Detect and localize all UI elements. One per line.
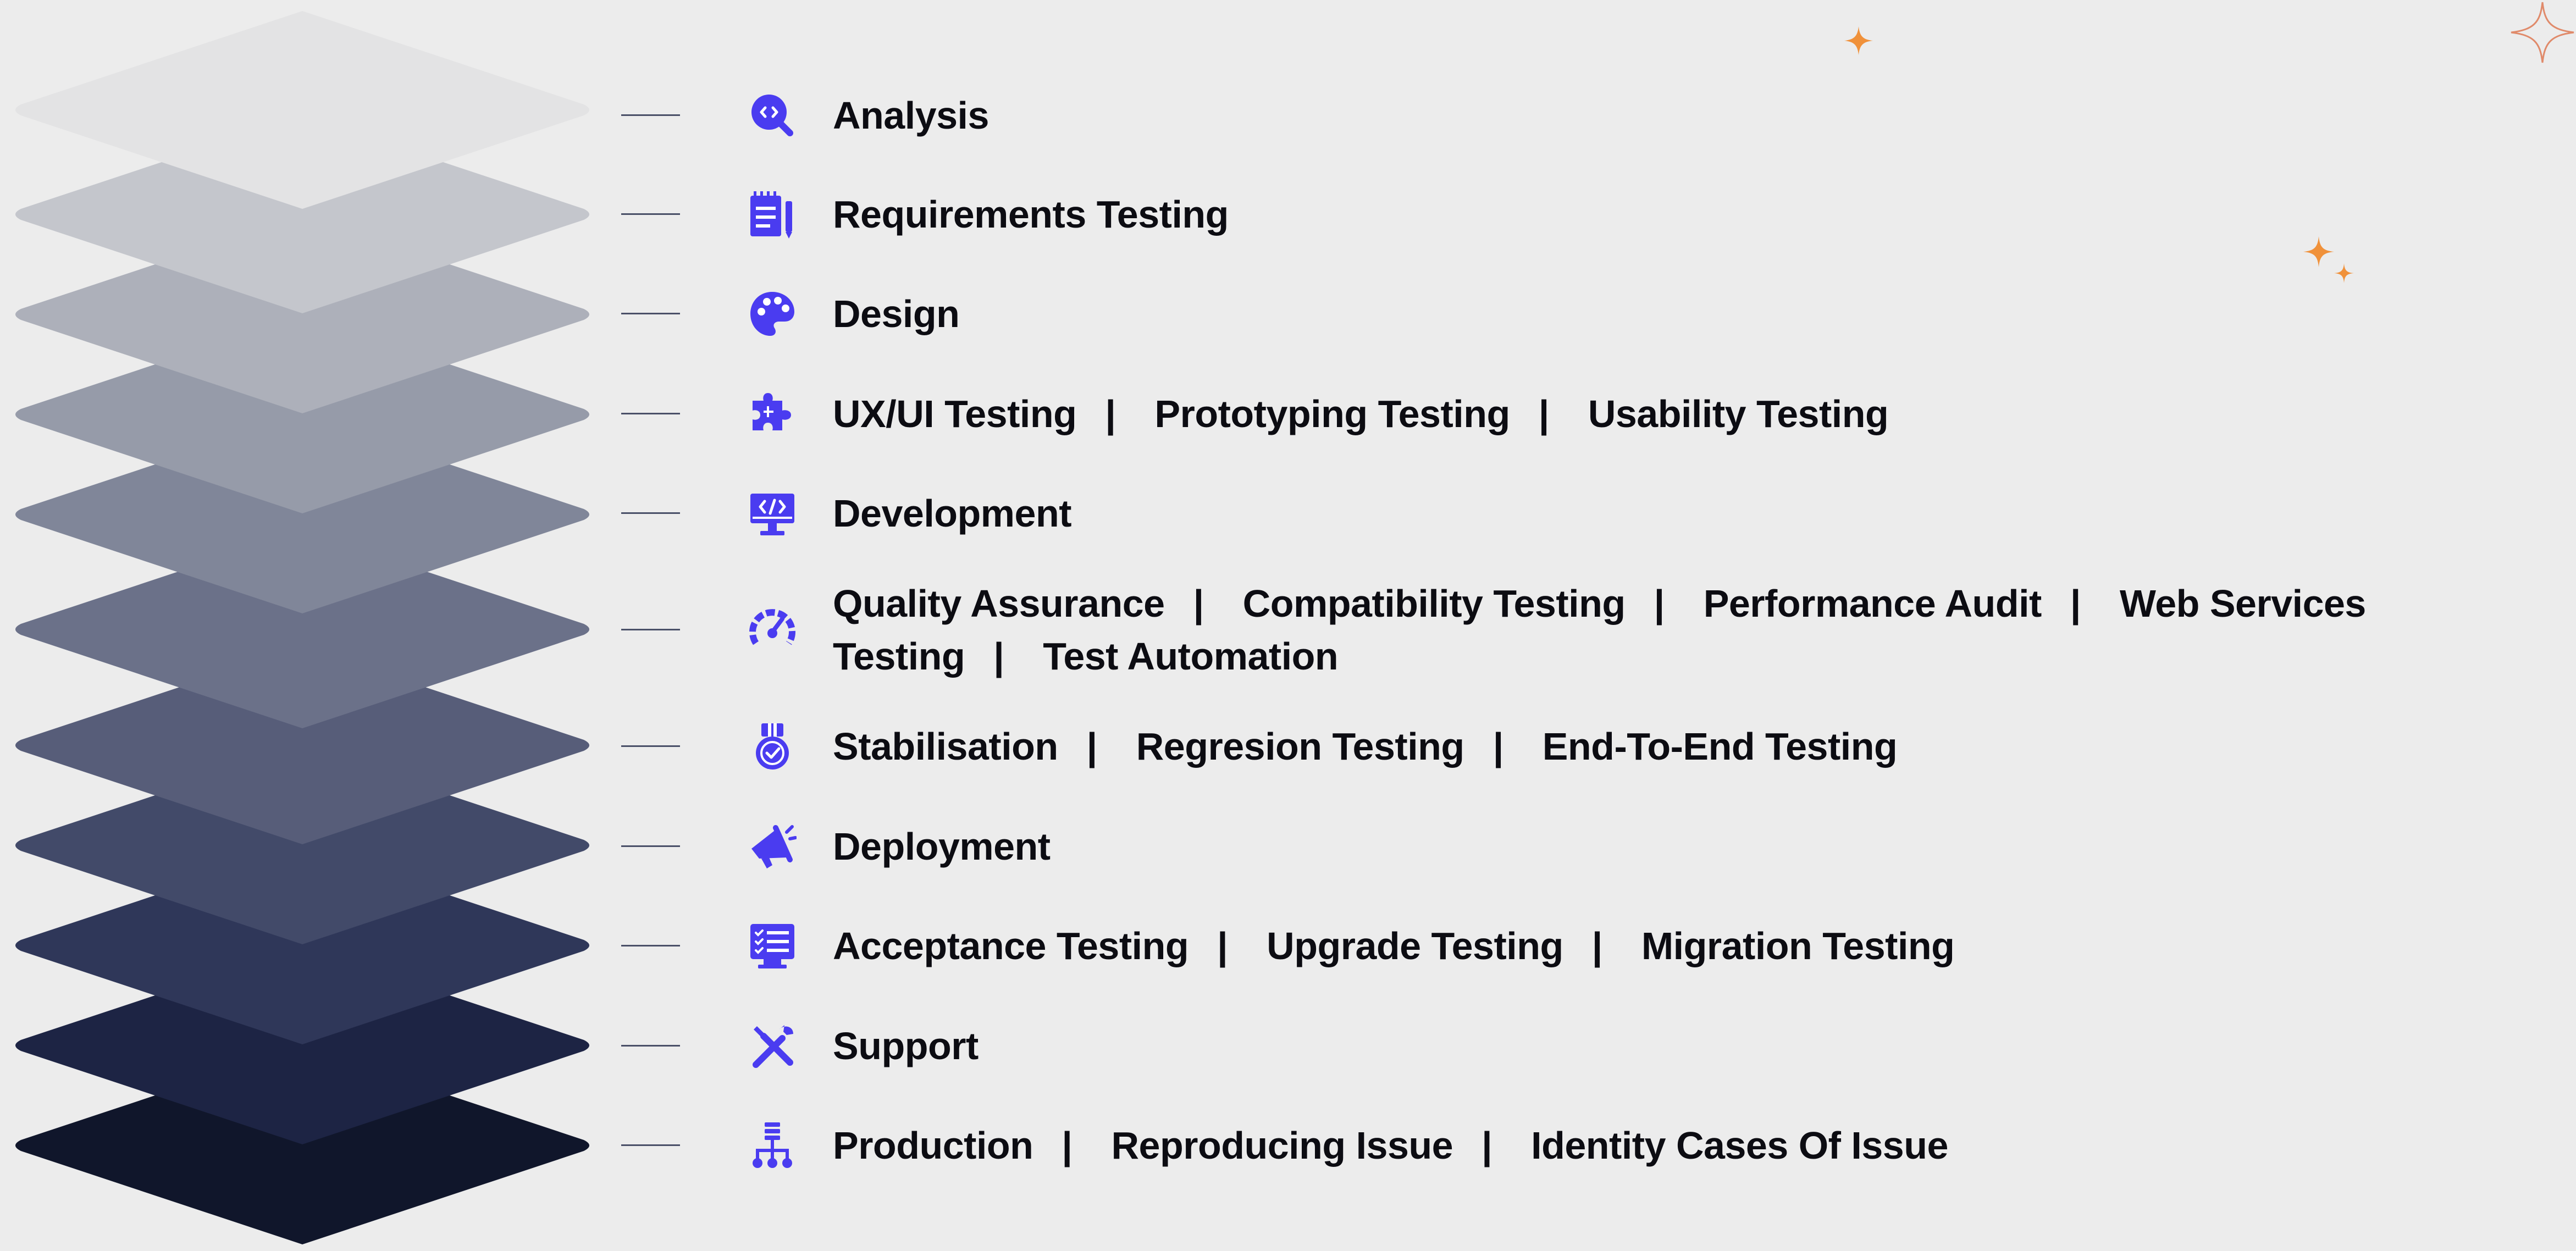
monitor-code-icon [748, 489, 797, 538]
stage-row: Production | Reproducing Issue | Identity … [0, 0, 2576, 1168]
label-separator: | [1217, 925, 1228, 967]
label-separator: | [1193, 582, 1204, 625]
stage-label: Production [833, 1124, 1033, 1167]
stage-labels: UX/UI Testing | Prototyping Testing | Usab… [833, 388, 2559, 440]
stage-label: Reproducing Issue [1111, 1124, 1453, 1167]
stage-labels: Acceptance Testing | Upgrade Testing | Mig… [833, 920, 2559, 972]
connector-line [621, 512, 680, 514]
label-separator: | [1062, 1124, 1073, 1167]
stage-label: Performance Audit [1703, 582, 2042, 625]
label-separator: | [1482, 1124, 1492, 1167]
connector-line [621, 629, 680, 630]
stage-label: Compatibility Testing [1242, 582, 1626, 625]
label-separator: | [1591, 925, 1603, 967]
stage-labels: Requirements Testing [833, 188, 2559, 241]
stage-labels: Production | Reproducing Issue | Identity … [833, 1119, 2559, 1172]
connector-line [621, 1144, 680, 1146]
label-separator: | [1538, 392, 1550, 435]
stage-list: Analysis Requirements Testing Design UX/UI … [0, 0, 2576, 1251]
stage-label: Stabilisation [833, 725, 1058, 768]
connector-line [621, 413, 680, 414]
stage-label: UX/UI Testing [833, 392, 1077, 435]
connector-line [621, 213, 680, 215]
stage-label: Identity Cases Of Issue [1531, 1124, 1948, 1167]
notepad-pen-icon [748, 190, 797, 239]
label-separator: | [993, 635, 1004, 678]
connector-line [621, 845, 680, 847]
stage-labels: Quality Assurance | Compatibility Testing… [833, 577, 2559, 683]
label-separator: | [1105, 392, 1116, 435]
stage-labels: Development [833, 487, 2559, 540]
megaphone-icon [748, 822, 797, 871]
checklist-monitor-icon [748, 922, 797, 970]
connector-line [621, 945, 680, 946]
stage-label: Design [833, 292, 960, 335]
label-separator: | [1492, 725, 1504, 768]
hierarchy-icon [748, 1121, 797, 1170]
connector-line [621, 114, 680, 116]
label-separator: | [1086, 725, 1098, 768]
puzzle-icon [748, 390, 797, 438]
stage-label: Support [833, 1025, 979, 1067]
stage-label: End-To-End Testing [1542, 725, 1898, 768]
stage-label: Development [833, 492, 1072, 535]
connector-line [621, 1045, 680, 1047]
stage-label: Usability Testing [1588, 392, 1889, 435]
connector-line [621, 745, 680, 747]
tools-icon [748, 1022, 797, 1070]
stage-label: Migration Testing [1641, 925, 1955, 967]
stage-label: Regresion Testing [1136, 725, 1464, 768]
stage-label: Acceptance Testing [833, 925, 1189, 967]
stage-labels: Deployment [833, 820, 2559, 873]
stage-labels: Design [833, 287, 2559, 340]
stage-label: Test Automation [1043, 635, 1339, 678]
palette-icon [748, 290, 797, 338]
stage-label: Upgrade Testing [1267, 925, 1563, 967]
gauge-icon [748, 605, 797, 653]
connector-line [621, 313, 680, 314]
label-separator: | [2070, 582, 2081, 625]
stage-labels: Support [833, 1020, 2559, 1072]
stage-labels: Stabilisation | Regresion Testing | End-To… [833, 720, 2559, 773]
label-separator: | [1654, 582, 1665, 625]
stage-label: Deployment [833, 825, 1051, 868]
stage-label: Prototyping Testing [1154, 392, 1510, 435]
stage-label: Requirements Testing [833, 193, 1229, 236]
stage-label: Quality Assurance [833, 582, 1165, 625]
medal-icon [748, 722, 797, 771]
